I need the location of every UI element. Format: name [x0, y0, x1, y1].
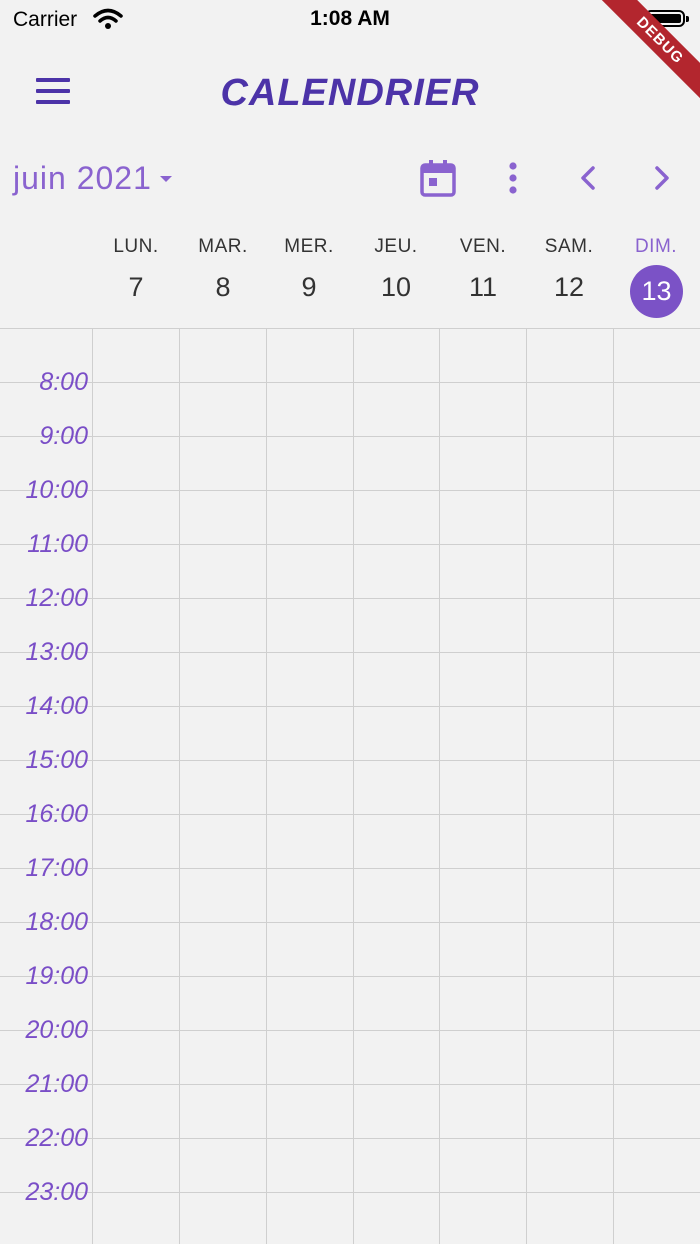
day-number: 8 — [215, 272, 231, 302]
day-name: DIM. — [634, 236, 678, 257]
chevron-left-icon[interactable] — [568, 158, 608, 198]
app-title: CALENDRIER — [220, 72, 480, 114]
day-number: 9 — [301, 272, 317, 302]
day-number: 12 — [553, 272, 585, 302]
hour-label: 18:00 — [25, 908, 88, 936]
hour-label: 19:00 — [25, 962, 88, 990]
day-header-mon[interactable]: LUN. 7 — [93, 236, 179, 303]
day-number: 11 — [468, 272, 498, 302]
hour-label: 14:00 — [25, 692, 88, 720]
hour-label: 20:00 — [25, 1016, 88, 1044]
day-name: MAR. — [198, 236, 248, 257]
day-name: JEU. — [374, 236, 418, 257]
grid-divider — [526, 328, 527, 1244]
day-number: 10 — [380, 272, 412, 302]
more-vert-icon[interactable] — [493, 158, 533, 198]
day-header-wed[interactable]: MER. 9 — [266, 236, 352, 303]
grid-divider — [613, 328, 614, 1244]
day-header-sat[interactable]: SAM. 12 — [526, 236, 612, 303]
day-name: VEN. — [459, 236, 507, 257]
hour-label: 9:00 — [39, 422, 88, 450]
hour-label: 22:00 — [25, 1124, 88, 1152]
hour-label: 8:00 — [39, 368, 88, 396]
hour-label: 13:00 — [25, 638, 88, 666]
chevron-right-icon[interactable] — [642, 158, 682, 198]
hour-label: 11:00 — [27, 530, 88, 558]
day-header-fri[interactable]: VEN. 11 — [440, 236, 526, 303]
hour-label: 17:00 — [25, 854, 88, 882]
month-label: juin 2021 — [13, 160, 152, 196]
hour-label: 12:00 — [25, 584, 88, 612]
grid-divider — [266, 328, 267, 1244]
day-header-sun[interactable]: DIM. — [613, 236, 699, 258]
hour-label: 23:00 — [25, 1178, 88, 1206]
day-name: SAM. — [544, 236, 594, 257]
hour-label: 21:00 — [25, 1070, 88, 1098]
day-number: 7 — [128, 272, 144, 302]
grid-divider — [179, 328, 180, 1244]
day-header-thu[interactable]: JEU. 10 — [353, 236, 439, 303]
day-name: LUN. — [113, 236, 159, 257]
grid-divider — [92, 328, 93, 1244]
hour-label: 15:00 — [25, 746, 88, 774]
today-indicator[interactable]: 13 — [630, 265, 683, 318]
week-grid[interactable]: 8:00 9:00 10:00 11:00 12:00 13:00 14:00 … — [0, 328, 700, 1244]
day-name: MER. — [284, 236, 334, 257]
grid-divider — [353, 328, 354, 1244]
calendar-today-icon[interactable] — [418, 158, 458, 198]
day-header-tue[interactable]: MAR. 8 — [180, 236, 266, 303]
dropdown-arrow-icon — [159, 175, 172, 182]
grid-divider — [439, 328, 440, 1244]
month-selector[interactable]: juin 2021 — [13, 160, 172, 197]
hour-label: 10:00 — [25, 476, 88, 504]
hour-label: 16:00 — [25, 800, 88, 828]
